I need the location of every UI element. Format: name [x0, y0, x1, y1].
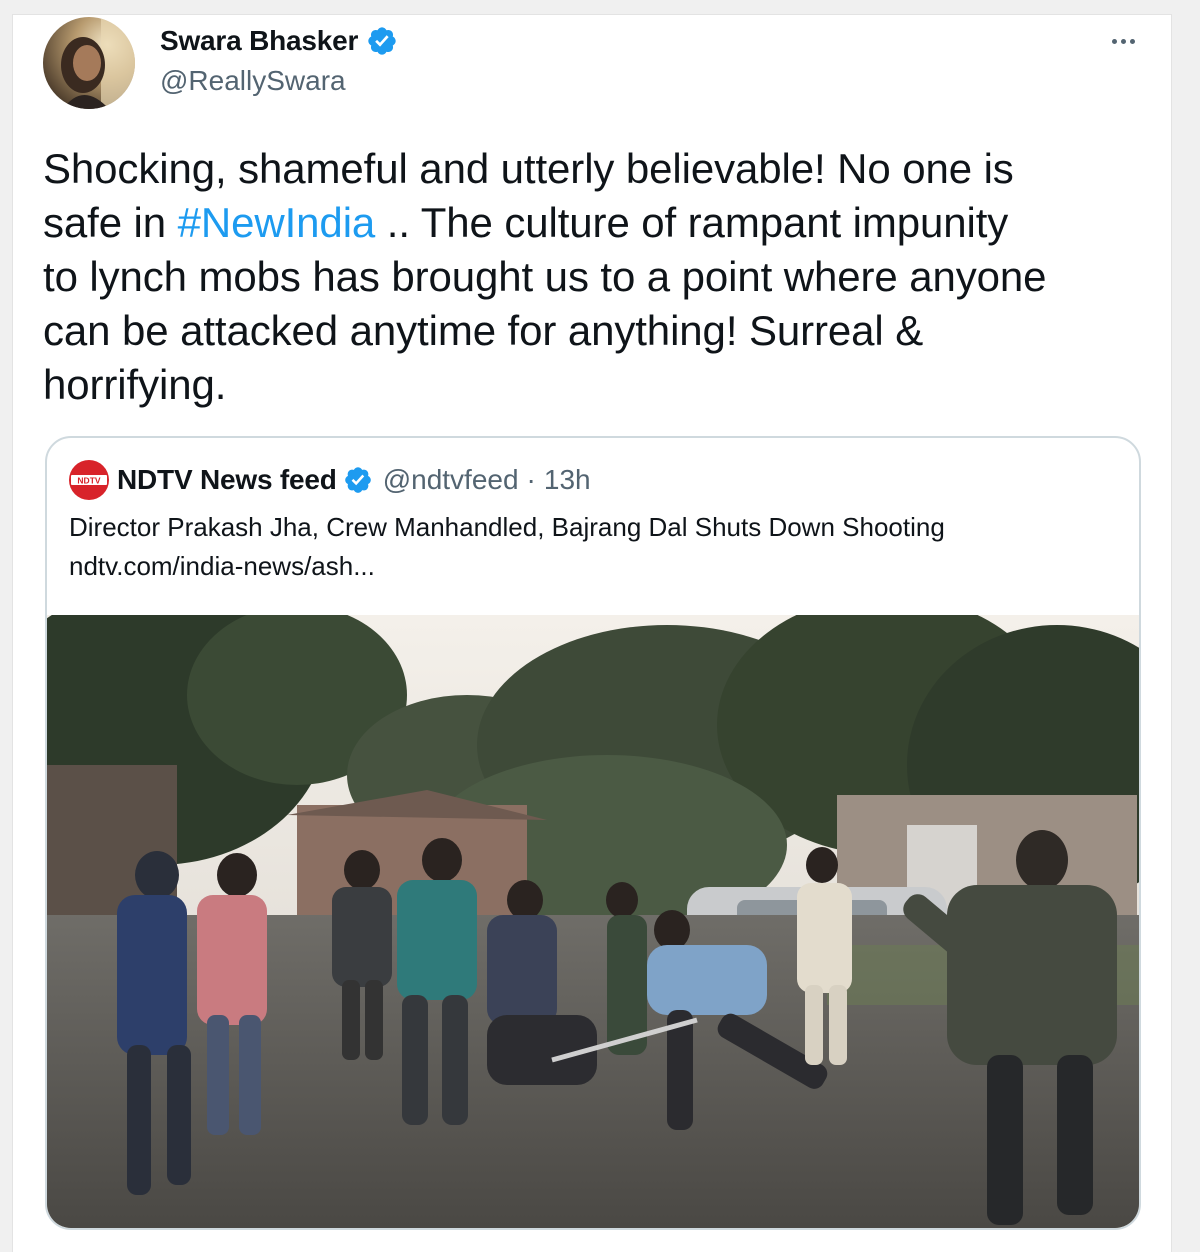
ndtv-logo-mark: NDTV — [71, 475, 107, 486]
more-dot-icon — [1129, 38, 1135, 44]
tweet-line: to lynch mobs has brought us to a point … — [43, 253, 1047, 300]
quoted-tweet[interactable]: NDTV NDTV News feed @ndtvfeed · 13h Dire… — [45, 436, 1141, 1230]
quoted-link[interactable]: ndtv.com/india-news/ash... — [69, 547, 1119, 586]
quoted-headline: Director Prakash Jha, Crew Manhandled, B… — [69, 512, 945, 542]
verified-badge-icon — [344, 467, 371, 493]
avatar-image — [43, 17, 135, 109]
quoted-timestamp[interactable]: 13h — [544, 464, 591, 496]
more-dot-icon — [1120, 38, 1126, 44]
tweet-line: safe in #NewIndia .. The culture of ramp… — [43, 196, 1153, 250]
quoted-author-handle[interactable]: @ndtvfeed — [383, 464, 519, 496]
author-name[interactable]: Swara Bhasker — [160, 23, 398, 59]
author-handle[interactable]: @ReallySwara — [160, 63, 346, 99]
tweet-body: Shocking, shameful and utterly believabl… — [43, 142, 1153, 412]
tweet-line: can be attacked anytime for anything! Su… — [43, 307, 924, 354]
more-dot-icon — [1111, 38, 1117, 44]
news-photo — [47, 615, 1139, 1228]
tweet-line: horrifying. — [43, 361, 227, 408]
author-name-text: Swara Bhasker — [160, 25, 359, 56]
ndtv-logo: NDTV — [69, 460, 109, 500]
quoted-author-name[interactable]: NDTV News feed — [117, 464, 337, 496]
quoted-media-image[interactable] — [47, 615, 1139, 1228]
avatar[interactable] — [43, 17, 135, 109]
ndtv-logo-text: NDTV — [77, 476, 100, 486]
tweet-line: Shocking, shameful and utterly believabl… — [43, 145, 1014, 192]
tweet-card: Swara Bhasker @ReallySwara Shocking, sha… — [12, 14, 1172, 1252]
tweet-text-segment: .. The culture of rampant impunity — [375, 199, 1009, 246]
quoted-body: Director Prakash Jha, Crew Manhandled, B… — [69, 508, 1119, 586]
quoted-header: NDTV News feed @ndtvfeed · 13h — [117, 460, 591, 500]
more-options-button[interactable] — [1103, 29, 1143, 53]
verified-badge-icon — [368, 27, 396, 55]
separator-dot: · — [526, 464, 536, 495]
tweet-text-segment: safe in — [43, 199, 178, 246]
hashtag-link[interactable]: #NewIndia — [178, 199, 376, 246]
